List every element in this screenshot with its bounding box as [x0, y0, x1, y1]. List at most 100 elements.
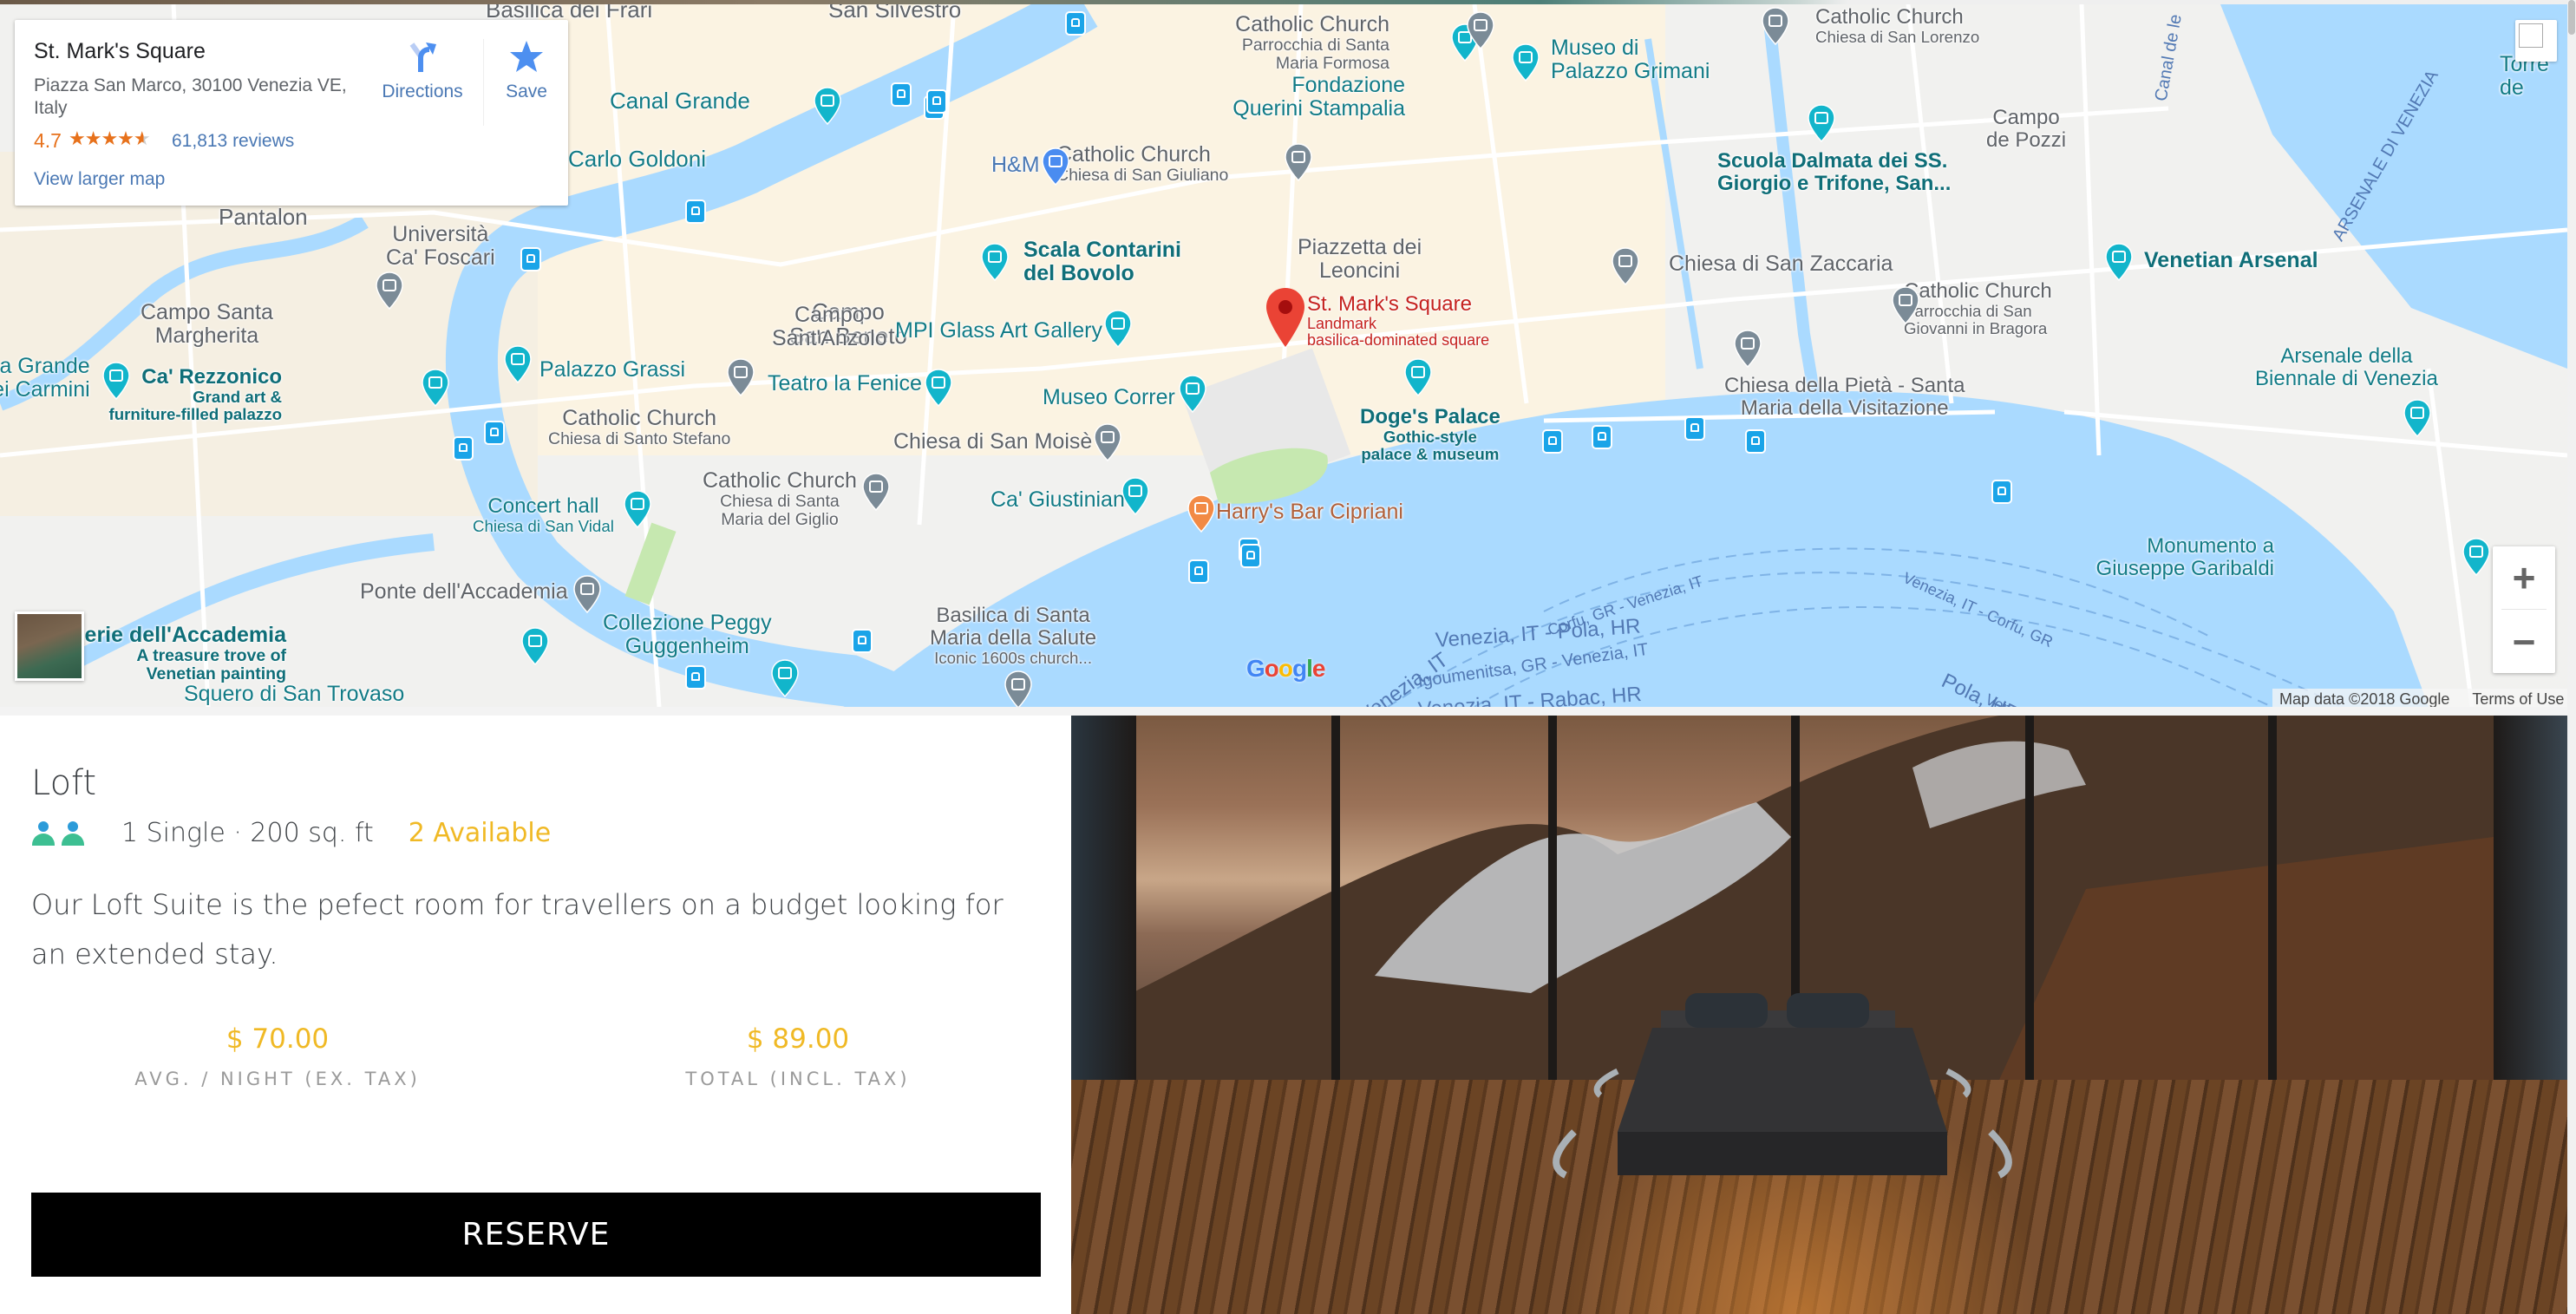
- map-label[interactable]: Università Ca' Foscari: [386, 223, 495, 270]
- embedded-map[interactable]: Basilica dei Frari San Silvestro Canal Gra…: [0, 4, 2567, 707]
- zoom-out-button[interactable]: −: [2493, 611, 2555, 673]
- poi-pin-icon[interactable]: [924, 369, 953, 407]
- map-label[interactable]: Ponte dell'Accademia: [360, 580, 568, 604]
- reserve-button[interactable]: RESERVE: [31, 1193, 1041, 1277]
- save-button[interactable]: Save: [496, 39, 557, 102]
- map-label[interactable]: Chiesa di San Moisè: [893, 430, 1092, 454]
- map-label[interactable]: Chiesa di San Zaccaria: [1669, 252, 1893, 276]
- map-label[interactable]: Catholic Church Chiesa di San Lorenzo: [1815, 6, 1979, 46]
- map-label[interactable]: Monumento a Giuseppe Garibaldi: [2096, 535, 2274, 580]
- poi-pin-icon[interactable]: [1807, 104, 1836, 142]
- directions-button[interactable]: Directions: [366, 39, 479, 102]
- poi-pin-icon[interactable]: [1121, 477, 1150, 515]
- map-label[interactable]: ola Grande ei Carmini: [0, 355, 90, 402]
- ferry-stop-icon[interactable]: [520, 247, 541, 271]
- zoom-in-button[interactable]: +: [2493, 546, 2555, 609]
- ferry-stop-icon[interactable]: [1592, 425, 1612, 449]
- poi-pin-icon[interactable]: [1761, 7, 1790, 45]
- map-label[interactable]: Campo de Pozzi: [1986, 107, 2066, 152]
- poi-pin-icon[interactable]: [1178, 375, 1207, 413]
- map-label[interactable]: Squero di San Trovaso: [184, 683, 404, 706]
- poi-pin-icon[interactable]: [1041, 147, 1070, 186]
- map-label[interactable]: Catholic Church Chiesa di San Giuliano: [1056, 143, 1228, 185]
- map-label[interactable]: Museo Correr: [1043, 386, 1175, 409]
- map-label[interactable]: Ca' Rezzonico Grand art & furniture-fille…: [108, 366, 282, 423]
- poi-pin-icon[interactable]: [421, 369, 450, 407]
- poi-pin-icon[interactable]: [2403, 399, 2432, 437]
- ferry-stop-icon[interactable]: [1188, 559, 1209, 584]
- map-label[interactable]: Chiesa della Pietà - Santa Maria della V…: [1724, 375, 1965, 420]
- poi-pin-icon[interactable]: [1511, 43, 1540, 82]
- map-label[interactable]: Canal Grande: [610, 88, 750, 113]
- poi-pin-icon[interactable]: [101, 362, 131, 400]
- ferry-stop-icon[interactable]: [484, 421, 505, 445]
- ferry-stop-icon[interactable]: [1065, 11, 1086, 36]
- map-label[interactable]: Carlo Goldoni: [568, 147, 706, 171]
- map-label[interactable]: Concert hall Chiesa di San Vidal: [473, 495, 614, 535]
- poi-pin-icon[interactable]: [813, 87, 842, 125]
- poi-pin-icon[interactable]: [1284, 143, 1313, 181]
- poi-pin-icon[interactable]: [2462, 538, 2491, 576]
- selected-place-label[interactable]: St. Mark's Square Landmark basilica-domi…: [1307, 293, 1489, 350]
- map-label[interactable]: Palazzo Grassi: [539, 358, 685, 382]
- poi-pin-icon[interactable]: [2104, 243, 2134, 281]
- terms-of-use-link[interactable]: Terms of Use: [2472, 690, 2564, 707]
- page-scrollbar[interactable]: [2567, 0, 2576, 1314]
- map-label[interactable]: Doge's Palace Gothic-style palace & museu…: [1360, 406, 1500, 463]
- poi-pin-icon[interactable]: [1093, 423, 1122, 461]
- ferry-stop-icon[interactable]: [685, 665, 706, 690]
- map-label[interactable]: Collezione Peggy Guggenheim: [603, 611, 772, 658]
- map-label[interactable]: Catholic Church Chiesa di Santo Stefano: [548, 407, 730, 448]
- view-larger-map-link[interactable]: View larger map: [34, 169, 165, 190]
- reviews-link[interactable]: 61,813 reviews: [172, 131, 294, 152]
- map-label[interactable]: Arsenale della Biennale di Venezia: [2255, 345, 2438, 390]
- poi-pin-icon[interactable]: [980, 243, 1010, 281]
- poi-pin-icon[interactable]: [1891, 286, 1920, 324]
- map-label[interactable]: Piazzetta dei Leoncini: [1298, 236, 1422, 283]
- ferry-stop-icon[interactable]: [891, 82, 912, 107]
- poi-pin-icon[interactable]: [375, 271, 404, 310]
- map-label[interactable]: Campo Santa Margherita: [141, 301, 273, 348]
- poi-pin-icon[interactable]: [572, 575, 602, 613]
- poi-pin-icon[interactable]: [1103, 310, 1133, 348]
- map-label[interactable]: MPI Glass Art Gallery: [895, 319, 1102, 343]
- map-label[interactable]: Ca' Giustinian: [991, 488, 1125, 512]
- ferry-stop-icon[interactable]: [453, 436, 474, 461]
- map-label[interactable]: Pantalon: [219, 205, 308, 229]
- poi-pin-icon[interactable]: [770, 659, 800, 697]
- ferry-stop-icon[interactable]: [926, 89, 947, 114]
- fullscreen-toggle-button[interactable]: [2515, 20, 2557, 62]
- scrollbar-thumb[interactable]: [2568, 0, 2575, 35]
- map-label[interactable]: Catholic Church Parrocchia di Santa Maria…: [1235, 13, 1389, 73]
- map-label[interactable]: Scala Contarini del Bovolo: [1023, 239, 1181, 285]
- selected-location-pin-icon[interactable]: [1264, 286, 1307, 349]
- poi-pin-icon[interactable]: [1611, 247, 1640, 285]
- map-label[interactable]: Teatro la Fenice: [768, 372, 922, 396]
- map-label[interactable]: Venetian Arsenal: [2144, 249, 2318, 272]
- map-label[interactable]: Scuola Dalmata dei SS. Giorgio e Trifone…: [1717, 150, 1951, 195]
- ferry-stop-icon[interactable]: [1240, 544, 1261, 568]
- map-label[interactable]: H&M: [991, 154, 1040, 177]
- ferry-stop-icon[interactable]: [852, 629, 873, 653]
- map-label[interactable]: Fondazione Querini Stampalia: [1232, 74, 1405, 121]
- map-label[interactable]: Catholic Church Chiesa di Santa Maria del…: [703, 469, 857, 529]
- map-label[interactable]: Campo Sant'Anzolo: [772, 304, 887, 350]
- satellite-view-toggle[interactable]: [15, 611, 84, 681]
- poi-pin-icon[interactable]: [1466, 11, 1495, 49]
- ferry-stop-icon[interactable]: [1991, 480, 2012, 504]
- poi-pin-icon[interactable]: [503, 345, 533, 383]
- poi-pin-icon[interactable]: [726, 358, 755, 396]
- ferry-stop-icon[interactable]: [685, 199, 706, 224]
- map-label[interactable]: Museo di Palazzo Grimani: [1551, 36, 1710, 83]
- poi-pin-icon[interactable]: [861, 473, 891, 511]
- poi-pin-icon[interactable]: [1403, 358, 1433, 396]
- map-label[interactable]: Catholic Church Parrocchia di San Giovann…: [1904, 280, 2052, 337]
- map-label[interactable]: San Silvestro: [828, 4, 961, 22]
- map-label[interactable]: Harry's Bar Cipriani: [1216, 500, 1403, 524]
- poi-pin-icon[interactable]: [623, 490, 652, 528]
- poi-pin-icon[interactable]: [1733, 330, 1762, 368]
- poi-pin-icon[interactable]: [520, 627, 550, 665]
- ferry-stop-icon[interactable]: [1542, 429, 1563, 454]
- poi-pin-icon[interactable]: [1004, 670, 1033, 707]
- poi-pin-icon[interactable]: [1187, 494, 1216, 533]
